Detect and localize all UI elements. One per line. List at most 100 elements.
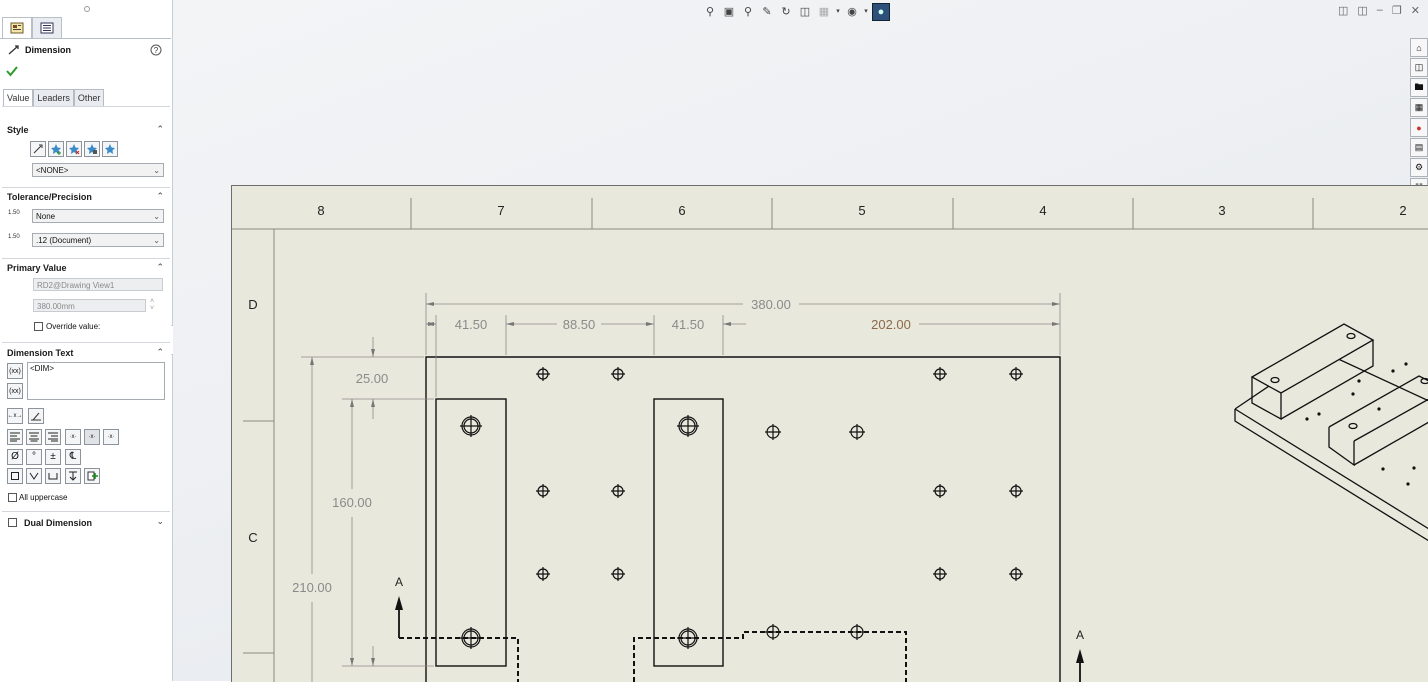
help-icon[interactable]: ? [150, 44, 162, 56]
depth-symbol-icon[interactable] [65, 468, 81, 484]
dimension-name-field[interactable]: RD2@Drawing View1 [33, 278, 163, 291]
part-outline[interactable] [425, 356, 1061, 682]
feature-tree-icon [40, 22, 54, 34]
tile-left-icon[interactable]: ◫ [1338, 4, 1348, 17]
dropdown-arrow-icon[interactable]: ▾ [835, 3, 841, 19]
panel-title: Dimension [25, 45, 72, 55]
counterbore-symbol-icon[interactable] [45, 468, 61, 484]
dimension-value-field[interactable]: 380.00mm [33, 299, 146, 312]
apply-style-icon[interactable] [30, 141, 46, 157]
dual-dimension-checkbox[interactable] [8, 518, 17, 527]
dimension-88-50[interactable]: 88.50 [563, 317, 596, 332]
dropdown-arrow-icon[interactable]: ▾ [863, 3, 869, 19]
value-spinner[interactable]: ˄ ˅ [150, 298, 154, 312]
tab-value[interactable]: Value [3, 89, 34, 107]
delete-style-icon[interactable] [66, 141, 82, 157]
tolerance-type-select[interactable]: None ⌄ [32, 209, 164, 223]
centerline-symbol-icon[interactable]: ℄ [65, 449, 81, 465]
holes[interactable] [460, 367, 1023, 649]
isometric-holes [1305, 362, 1416, 486]
text-position-bottom-icon[interactable]: ·x· [103, 429, 119, 445]
isometric-view[interactable] [1234, 323, 1428, 542]
property-manager-icon [10, 22, 24, 34]
inspection-dim-icon[interactable]: (xx) [7, 383, 23, 399]
text-position-top-icon[interactable]: ·x· [65, 429, 81, 445]
collapse-icon[interactable]: ⌃ [156, 124, 164, 135]
hide-show-items-icon[interactable]: ◉ [844, 3, 860, 19]
collapse-icon[interactable]: ⌃ [156, 262, 164, 273]
dimension-210[interactable]: 210.00 [292, 580, 332, 595]
dimension-41-50-left[interactable]: 41.50 [455, 317, 488, 332]
style-select-value: <NONE> [36, 166, 69, 175]
align-left-icon[interactable] [7, 429, 23, 445]
zone-row-d: D [248, 297, 257, 312]
offset-text-icon[interactable] [28, 408, 44, 424]
save-style-icon[interactable] [84, 141, 100, 157]
precision-select[interactable]: .12 (Document) ⌄ [32, 233, 164, 247]
display-style-icon[interactable]: ▦ [816, 3, 832, 19]
degree-symbol-icon[interactable]: ° [26, 449, 42, 465]
tile-right-icon[interactable]: ◫ [1357, 4, 1367, 17]
dimension-380[interactable]: 380.00 [751, 297, 791, 312]
dimension-41-50-right[interactable]: 41.50 [672, 317, 705, 332]
restore-icon[interactable]: ❐ [1392, 4, 1402, 17]
home-icon[interactable]: ⌂ [1410, 38, 1428, 57]
tab-feature-manager[interactable] [32, 17, 62, 39]
expand-icon[interactable]: ⌄ [156, 516, 164, 527]
zoom-to-sheet-icon[interactable]: ⚲ [740, 3, 756, 19]
rotate-view-icon[interactable]: ↻ [778, 3, 794, 19]
view-palette-icon[interactable]: ▦ [1410, 98, 1428, 117]
collapse-icon[interactable]: ⌃ [156, 347, 164, 358]
override-value-label: Override value: [46, 322, 101, 331]
add-parentheses-icon[interactable]: (xx) [7, 363, 23, 379]
load-style-icon[interactable] [102, 141, 118, 157]
drawing-sheet[interactable]: 8 7 6 5 4 3 2 D C 380.00 41.50 88.50 41.… [231, 185, 1428, 682]
appearance-icon[interactable]: ● [872, 3, 890, 21]
override-value-checkbox[interactable] [34, 322, 43, 331]
diameter-symbol-icon[interactable]: Ø [7, 449, 23, 465]
dimension-subtabs: Value Leaders Other [3, 89, 105, 107]
dimension-160[interactable]: 160.00 [332, 495, 372, 510]
dimension-202-selected[interactable]: 202.00 [871, 317, 911, 332]
dimension-text-box[interactable]: <DIM> [27, 362, 165, 400]
tab-other[interactable]: Other [73, 89, 105, 107]
align-right-icon[interactable] [45, 429, 61, 445]
zoom-to-fit-icon[interactable]: ⚲ [702, 3, 718, 19]
svg-text:?: ? [154, 46, 159, 55]
square-symbol-icon[interactable] [7, 468, 23, 484]
countersink-symbol-icon[interactable] [26, 468, 42, 484]
all-uppercase-checkbox[interactable] [8, 493, 17, 502]
ok-checkmark-icon[interactable] [6, 65, 18, 77]
resources-icon[interactable]: ◫ [1410, 58, 1428, 77]
plus-minus-symbol-icon[interactable]: ± [45, 449, 61, 465]
center-dimension-icon[interactable]: ←x→ [7, 408, 23, 424]
dimension-lines [301, 293, 1061, 682]
zoom-to-area-icon[interactable]: ▣ [721, 3, 737, 19]
precision-value: .12 (Document) [36, 236, 92, 245]
tolerance-type-icon: 1.50 [8, 210, 20, 216]
dimension-25[interactable]: 25.00 [356, 371, 389, 386]
close-icon[interactable]: ✕ [1411, 4, 1420, 17]
minimize-icon[interactable]: – [1377, 4, 1383, 17]
previous-view-icon[interactable]: ✎ [759, 3, 775, 19]
precision-icon: 1.50 [8, 234, 20, 240]
design-library-icon[interactable]: 🖿 [1410, 78, 1428, 97]
appearances-icon[interactable]: ● [1410, 118, 1428, 137]
section-arrow-left[interactable]: A [395, 575, 403, 638]
align-center-icon[interactable] [26, 429, 42, 445]
text-position-middle-icon[interactable]: ·x· [84, 429, 100, 445]
more-symbols-icon[interactable] [84, 468, 100, 484]
custom-properties-icon[interactable]: ▤ [1410, 138, 1428, 157]
heads-up-view-toolbar: ⚲ ▣ ⚲ ✎ ↻ ◫ ▦ ▾ ◉ ▾ ● [702, 3, 890, 21]
section-view-icon[interactable]: ◫ [797, 3, 813, 19]
tab-property-manager[interactable] [2, 17, 32, 39]
file-explorer-icon[interactable]: ⚙ [1410, 158, 1428, 177]
section-arrow-right[interactable]: A [1076, 628, 1084, 682]
zone-row-c: C [248, 530, 257, 545]
dimension-text-section-title: Dimension Text [7, 348, 74, 358]
add-style-icon[interactable] [48, 141, 64, 157]
panel-grip[interactable] [84, 6, 90, 12]
style-select[interactable]: <NONE> ⌄ [32, 163, 164, 177]
tab-leaders[interactable]: Leaders [33, 89, 74, 107]
collapse-icon[interactable]: ⌃ [156, 191, 164, 202]
